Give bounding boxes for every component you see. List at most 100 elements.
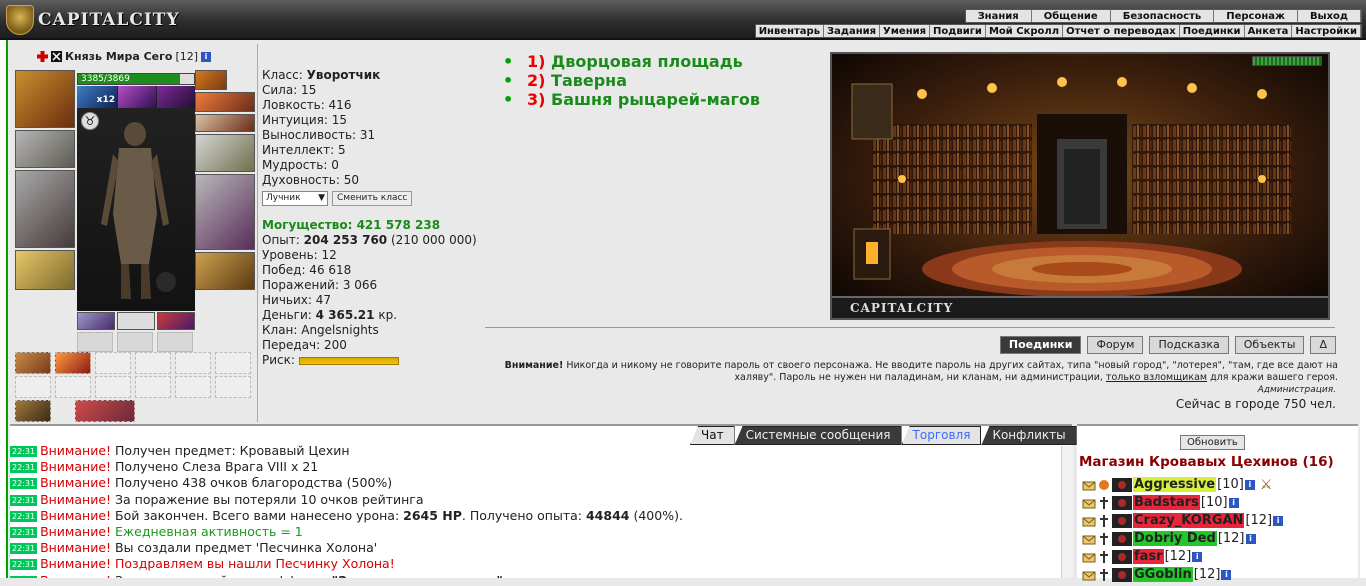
submenu-item[interactable]: Задания [824, 25, 881, 37]
clan-emblem-icon[interactable] [1112, 477, 1132, 492]
armor-slot[interactable] [15, 170, 75, 248]
private-message-icon[interactable] [1082, 568, 1096, 582]
clan-emblem-icon[interactable] [1112, 549, 1132, 564]
logo[interactable]: CAPITALCITY [6, 4, 180, 36]
alignment-icon[interactable] [1097, 514, 1111, 528]
menu-item[interactable]: Знания [966, 10, 1032, 22]
action-button[interactable]: Подсказка [1149, 336, 1229, 354]
location-item[interactable]: • 2) Таверна [500, 71, 760, 90]
submenu-item[interactable]: Мой Скролл [986, 25, 1064, 37]
player-name[interactable]: Aggressive [1133, 477, 1217, 492]
message-time[interactable]: 22:31 [10, 478, 38, 490]
rune-slot[interactable] [77, 332, 113, 352]
helmet-slot[interactable] [15, 70, 75, 128]
scroll-slot[interactable] [175, 376, 211, 398]
message-time[interactable]: 22:31 [10, 559, 38, 571]
private-message-icon[interactable] [1082, 496, 1096, 510]
private-message-icon[interactable] [1082, 478, 1096, 492]
belt-slot-3[interactable] [157, 312, 195, 330]
weapon-slot[interactable] [15, 250, 75, 290]
action-button[interactable]: Поединки [999, 336, 1082, 354]
rune-slot[interactable] [117, 332, 153, 352]
submenu-item[interactable]: Инвентарь [756, 25, 825, 37]
scroll-slot[interactable] [215, 376, 251, 398]
clan-emblem-icon[interactable] [51, 51, 62, 62]
info-icon[interactable]: i [1245, 533, 1256, 544]
submenu-item[interactable]: Поединки [1180, 25, 1245, 37]
message-time[interactable]: 22:31 [10, 527, 38, 539]
menu-item[interactable]: Безопасность [1111, 10, 1215, 22]
scroll-slot[interactable] [15, 376, 51, 398]
rune-slot[interactable] [157, 332, 193, 352]
menu-item[interactable]: Персонаж [1214, 10, 1298, 22]
player-name[interactable]: fasr [1133, 549, 1164, 564]
info-icon[interactable]: i [1244, 479, 1255, 490]
scroll-slot[interactable] [15, 400, 51, 422]
ring-slot-1[interactable] [195, 70, 227, 90]
scroll-slot[interactable] [95, 376, 131, 398]
scroll-slot[interactable] [55, 376, 91, 398]
scroll-slot[interactable] [215, 352, 251, 374]
chat-scrollbar[interactable] [1061, 446, 1073, 578]
private-message-icon[interactable] [1082, 514, 1096, 528]
message-time[interactable]: 22:31 [10, 494, 38, 506]
action-button[interactable]: Объекты [1234, 336, 1305, 354]
submenu-item[interactable]: Отчет о переводах [1063, 25, 1180, 37]
player-name[interactable]: Badstars [1133, 495, 1200, 510]
clan-stat[interactable]: Клан: Angelsnights [262, 323, 492, 338]
location-item[interactable]: • 1) Дворцовая площадь [500, 52, 760, 71]
submenu-item[interactable]: Умения [880, 25, 931, 37]
action-button[interactable]: Форум [1087, 336, 1144, 354]
clan-emblem-icon[interactable] [1112, 531, 1132, 546]
location-name[interactable]: Таверна [551, 71, 627, 90]
amulet-slot[interactable] [195, 92, 255, 112]
character-name[interactable]: Князь Мира Сего [65, 50, 172, 63]
warning-link[interactable]: только взломщикам [1106, 372, 1207, 383]
menu-item[interactable]: Общение [1032, 10, 1111, 22]
info-icon[interactable]: i [1192, 551, 1203, 562]
ring-slot-2[interactable] [195, 114, 255, 132]
gloves-slot[interactable] [195, 134, 255, 172]
alignment-icon[interactable] [1097, 496, 1111, 510]
alignment-icon[interactable] [1097, 568, 1111, 582]
class-select[interactable]: Лучник ▼ [262, 191, 328, 206]
info-icon[interactable]: i [1273, 515, 1284, 526]
message-time[interactable]: 22:31 [10, 510, 38, 522]
private-message-icon[interactable] [1082, 532, 1096, 546]
scroll-slot[interactable] [175, 352, 211, 374]
alignment-icon[interactable] [1097, 532, 1111, 546]
refresh-button[interactable]: Обновить [1180, 435, 1245, 450]
info-icon[interactable]: i [201, 51, 212, 62]
scroll-slot[interactable] [95, 352, 131, 374]
info-icon[interactable]: i [1228, 497, 1239, 508]
clan-emblem-icon[interactable] [1112, 567, 1132, 582]
belt-slot-1[interactable] [77, 312, 115, 330]
bracers-slot[interactable] [15, 130, 75, 168]
message-time[interactable]: 22:31 [10, 446, 38, 457]
scroll-slot[interactable] [75, 400, 135, 422]
action-button[interactable]: Δ [1310, 336, 1336, 354]
player-name[interactable]: Crazy_KORGAN [1133, 513, 1245, 528]
submenu-item[interactable]: Настройки [1292, 25, 1361, 37]
private-message-icon[interactable] [1082, 550, 1096, 564]
boots-slot[interactable] [195, 252, 255, 290]
alignment-icon[interactable] [1097, 478, 1111, 492]
message-time[interactable]: 22:31 [10, 543, 38, 555]
submenu-item[interactable]: Анкета [1245, 25, 1293, 37]
location-item[interactable]: • 3) Башня рыцарей-магов [500, 90, 760, 109]
clan-emblem-icon[interactable] [1112, 513, 1132, 528]
clan-emblem-icon[interactable] [1112, 495, 1132, 510]
player-name[interactable]: Dobriy Ded [1133, 531, 1217, 546]
menu-item[interactable]: Выход [1298, 10, 1361, 22]
scroll-slot[interactable] [55, 352, 91, 374]
player-name[interactable]: GGoblin [1133, 567, 1193, 582]
location-name[interactable]: Башня рыцарей-магов [551, 90, 760, 109]
location-name[interactable]: Дворцовая площадь [551, 52, 743, 71]
buff-badge[interactable]: x12 [77, 86, 117, 108]
scroll-slot[interactable] [135, 376, 171, 398]
buff-icon[interactable] [118, 86, 156, 108]
submenu-item[interactable]: Подвиги [930, 25, 986, 37]
swords-icon[interactable]: ⚔ [1260, 477, 1273, 493]
message-time[interactable]: 22:31 [10, 462, 38, 474]
buff-icon[interactable] [157, 86, 195, 108]
